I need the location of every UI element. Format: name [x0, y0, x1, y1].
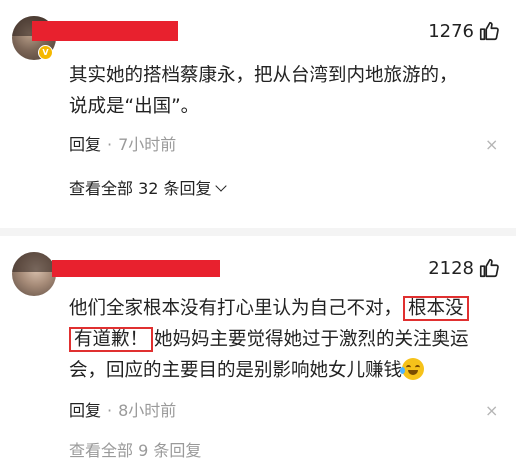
avatar[interactable]: [12, 252, 56, 296]
redacted-username: [32, 21, 178, 41]
tear-drop: [400, 367, 406, 374]
comment-text: 她妈妈主要觉得她过于激烈的关注奥运: [154, 329, 469, 350]
timestamp: 7小时前: [118, 135, 177, 154]
verified-badge-icon: V: [38, 45, 53, 60]
emoji-mouth: [408, 370, 419, 375]
timestamp: 8小时前: [118, 401, 177, 420]
like-count: 2128: [428, 258, 474, 279]
reply-button[interactable]: 回复: [69, 401, 101, 420]
avatar-hair: [12, 252, 56, 272]
comment-body: 他们全家根本没有打心里认为自己不对， 根本没 有道歉！ 她妈妈主要觉得她过于激烈的关…: [69, 293, 509, 386]
view-all-replies-link-partial[interactable]: 查看全部 9 条回复: [69, 441, 201, 461]
reply-button[interactable]: 回复: [69, 135, 101, 154]
thumbs-up-icon[interactable]: [478, 257, 500, 279]
comment-body: 其实她的搭档蔡康永，把从台湾到内地旅游的， 说成是“出国”。: [69, 60, 509, 122]
comment-line: 其实她的搭档蔡康永，把从台湾到内地旅游的，: [69, 65, 458, 86]
meta-separator: ·: [107, 401, 113, 420]
comment-meta: 回复 · 7小时前: [69, 135, 176, 155]
close-icon[interactable]: ×: [485, 135, 498, 155]
thumbs-up-icon[interactable]: [478, 20, 500, 42]
meta-separator: ·: [107, 135, 113, 154]
comment-line: 有道歉！ 她妈妈主要觉得她过于激烈的关注奥运: [69, 324, 509, 355]
view-all-label: 查看全部 32 条回复: [69, 179, 212, 198]
comment-2: 2128 他们全家根本没有打心里认为自己不对， 根本没 有道歉！ 她妈妈主要觉得她过…: [0, 236, 516, 450]
comment-text: 他们全家根本没有打心里认为自己不对，: [69, 298, 403, 319]
chevron-down-icon: [214, 180, 227, 192]
view-all-replies-link[interactable]: 查看全部 32 条回复: [69, 179, 227, 199]
highlight-box: 根本没: [403, 296, 469, 321]
comment-meta: 回复 · 8小时前: [69, 401, 176, 421]
close-icon[interactable]: ×: [485, 401, 498, 421]
section-divider: [0, 228, 516, 236]
crying-laughing-emoji: [400, 358, 425, 380]
highlight-box: 有道歉！: [69, 327, 154, 352]
redacted-username: [52, 260, 220, 277]
comment-line: 说成是“出国”。: [69, 96, 200, 117]
comment-1: V 1276 其实她的搭档蔡康永，把从台湾到内地旅游的， 说成是“出国”。 回复…: [0, 0, 516, 230]
like-count: 1276: [428, 21, 474, 42]
comment-text: 会，回应的主要目的是别影响她女儿赚钱: [69, 360, 403, 381]
comment-line: 会，回应的主要目的是别影响她女儿赚钱: [69, 355, 509, 386]
comment-line: 他们全家根本没有打心里认为自己不对， 根本没: [69, 293, 509, 324]
